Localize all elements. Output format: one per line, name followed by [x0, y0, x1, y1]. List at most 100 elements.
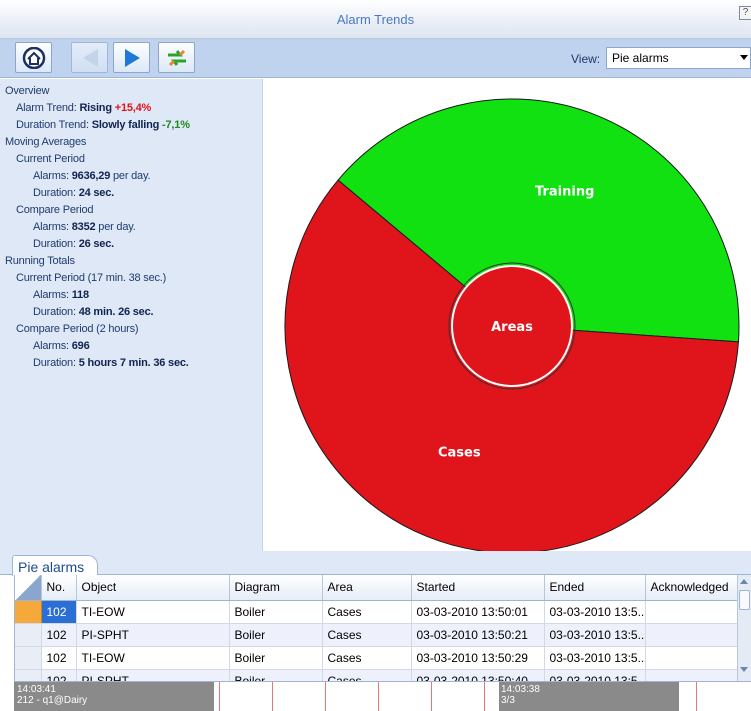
- table-row[interactable]: 102 TI-EOW Boiler Cases 03-03-2010 13:50…: [15, 646, 737, 670]
- timeline-left-info: 212 - q1@Dairy: [17, 695, 88, 706]
- forward-arrow-icon: [125, 49, 140, 67]
- row-header[interactable]: [15, 669, 42, 681]
- cell-area[interactable]: Cases: [322, 600, 412, 624]
- cell-area[interactable]: Cases: [322, 623, 412, 647]
- running-current-duration-label: Duration:: [33, 306, 76, 318]
- refresh-button[interactable]: [158, 42, 195, 73]
- cell-object[interactable]: PI-SPHT: [76, 669, 230, 681]
- cell-object[interactable]: TI-EOW: [76, 600, 230, 624]
- compare-alarms-label: Alarms:: [33, 221, 69, 233]
- column-header-diagram[interactable]: Diagram: [229, 575, 323, 601]
- moving-averages-heading: Moving Averages: [5, 136, 87, 148]
- running-totals-heading: Running Totals: [5, 255, 75, 267]
- column-header-acknowledged[interactable]: Acknowledged: [645, 575, 737, 601]
- cell-no[interactable]: 102: [41, 646, 77, 670]
- cell-object[interactable]: PI-SPHT: [76, 623, 230, 647]
- cell-no[interactable]: 102: [41, 600, 77, 624]
- overview-panel: Overview Alarm Trend: Rising +15,4% Dura…: [0, 79, 263, 551]
- scroll-thumb[interactable]: [739, 590, 750, 610]
- home-button[interactable]: [15, 42, 52, 73]
- compare-duration-label: Duration:: [33, 238, 76, 250]
- alarm-trend-label: Alarm Trend:: [16, 102, 77, 114]
- running-current-duration-value: 48 min. 26 sec.: [78, 306, 154, 318]
- column-header-started[interactable]: Started: [411, 575, 545, 601]
- home-icon: [22, 47, 46, 69]
- grid-header-row: No. Object Diagram Area Started Ended Ac…: [15, 575, 737, 601]
- cell-no[interactable]: 102: [41, 623, 77, 647]
- cell-no[interactable]: 102: [41, 669, 77, 681]
- column-header-no[interactable]: No.: [41, 575, 77, 601]
- row-header[interactable]: [15, 646, 42, 670]
- pie-label-cases: Cases: [438, 445, 481, 460]
- scroll-up-icon[interactable]: [740, 579, 748, 584]
- alarm-grid: No. Object Diagram Area Started Ended Ac…: [14, 575, 737, 681]
- compare-alarms-unit: per day.: [98, 221, 136, 233]
- duration-trend-word: Slowly falling: [91, 119, 160, 131]
- current-duration-label: Duration:: [33, 187, 76, 199]
- pie-chart[interactable]: Training Cases Areas: [263, 79, 751, 554]
- duration-trend-label: Duration Trend:: [16, 119, 89, 131]
- cell-object[interactable]: TI-EOW: [76, 646, 230, 670]
- back-arrow-icon: [83, 49, 98, 67]
- current-duration-value: 24 sec.: [78, 187, 115, 199]
- cell-ended[interactable]: 03-03-2010 13:5...: [544, 600, 646, 624]
- column-header-ended[interactable]: Ended: [544, 575, 646, 601]
- cell-started[interactable]: 03-03-2010 13:50:21: [411, 623, 545, 647]
- cell-started[interactable]: 03-03-2010 13:50:40: [411, 669, 545, 681]
- running-compare-duration-value: 5 hours 7 min. 36 sec.: [78, 357, 189, 369]
- cell-ended[interactable]: 03-03-2010 13:5...: [544, 669, 646, 681]
- timeline-tick: [272, 682, 273, 711]
- scroll-down-icon[interactable]: [740, 667, 748, 672]
- cell-area[interactable]: Cases: [322, 669, 412, 681]
- cell-acknowledged[interactable]: [645, 646, 737, 670]
- current-alarms-unit: per day.: [112, 170, 151, 182]
- row-header[interactable]: [15, 600, 42, 624]
- alarm-trend-word: Rising: [79, 102, 112, 114]
- alarm-trend: Alarm Trend: Rising +15,4%: [16, 102, 151, 114]
- current-period-heading: Current Period: [16, 153, 85, 165]
- cell-acknowledged[interactable]: [645, 669, 737, 681]
- table-row[interactable]: 102 PI-SPHT Boiler Cases 03-03-2010 13:5…: [15, 623, 737, 647]
- compare-period-heading: Compare Period: [16, 204, 94, 216]
- table-row[interactable]: 102 PI-SPHT Boiler Cases 03-03-2010 13:5…: [15, 669, 737, 681]
- column-header-object[interactable]: Object: [76, 575, 230, 601]
- help-button[interactable]: ?: [739, 6, 751, 20]
- running-compare-duration: Duration: 5 hours 7 min. 36 sec.: [33, 357, 189, 369]
- cell-acknowledged[interactable]: [645, 600, 737, 624]
- timeline-tick: [431, 682, 432, 711]
- alarm-trend-pct: +15,4%: [114, 102, 152, 114]
- cell-diagram[interactable]: Boiler: [229, 600, 323, 624]
- select-all-corner[interactable]: [15, 575, 42, 601]
- refresh-icon: [168, 49, 186, 67]
- cell-area[interactable]: Cases: [322, 646, 412, 670]
- duration-trend-pct: -7,1%: [162, 119, 190, 131]
- tab-pie-alarms[interactable]: Pie alarms: [12, 555, 98, 576]
- cell-diagram[interactable]: Boiler: [229, 646, 323, 670]
- current-alarms: Alarms: 9636,29 per day.: [33, 170, 151, 182]
- cell-started[interactable]: 03-03-2010 13:50:01: [411, 600, 545, 624]
- cell-ended[interactable]: 03-03-2010 13:5...: [544, 646, 646, 670]
- running-compare-alarms-label: Alarms:: [33, 340, 69, 352]
- cell-started[interactable]: 03-03-2010 13:50:29: [411, 646, 545, 670]
- overview-heading: Overview: [5, 85, 50, 97]
- alarm-timeline[interactable]: 14:03:41 212 - q1@Dairy 14:03:38 3/3: [14, 681, 751, 711]
- grid-vertical-scrollbar[interactable]: [737, 575, 751, 681]
- running-current-duration: Duration: 48 min. 26 sec.: [33, 306, 154, 318]
- table-row[interactable]: 102 TI-EOW Boiler Cases 03-03-2010 13:50…: [15, 600, 737, 624]
- cell-ended[interactable]: 03-03-2010 13:5...: [544, 623, 646, 647]
- running-current-period: Current Period (17 min. 38 sec.): [16, 272, 167, 284]
- forward-button[interactable]: [113, 42, 150, 73]
- window-title: Alarm Trends: [336, 12, 415, 27]
- column-header-area[interactable]: Area: [322, 575, 412, 601]
- row-header[interactable]: [15, 623, 42, 647]
- cell-diagram[interactable]: Boiler: [229, 623, 323, 647]
- back-button[interactable]: [71, 42, 108, 73]
- compare-duration-value: 26 sec.: [78, 238, 115, 250]
- running-compare-alarms: Alarms: 696: [33, 340, 90, 352]
- timeline-tick: [325, 682, 326, 711]
- view-select[interactable]: Pie alarms: [606, 47, 751, 69]
- cell-acknowledged[interactable]: [645, 623, 737, 647]
- tab-strip: Pie alarms: [0, 551, 751, 576]
- toolbar: View: Pie alarms: [0, 39, 751, 78]
- cell-diagram[interactable]: Boiler: [229, 669, 323, 681]
